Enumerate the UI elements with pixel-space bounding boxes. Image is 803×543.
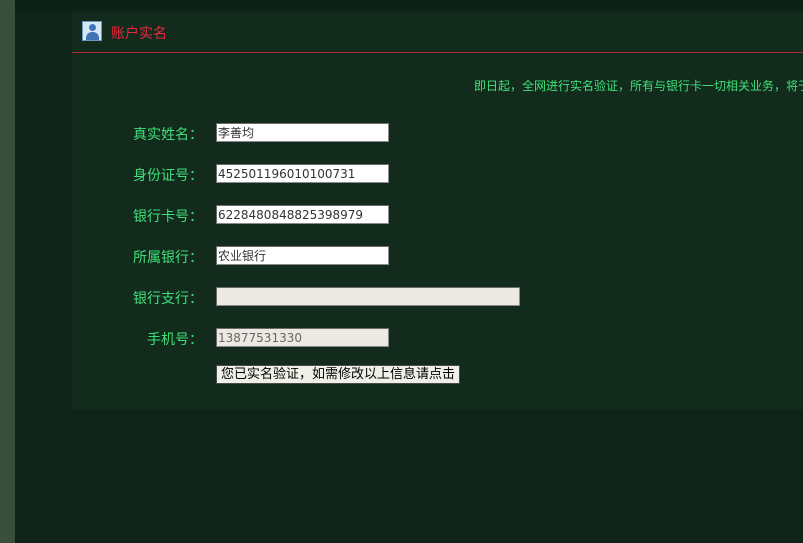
branch-input[interactable] bbox=[216, 287, 520, 306]
form-row-phone: 手机号： bbox=[72, 328, 803, 348]
user-icon-body bbox=[86, 32, 99, 40]
real-name-input[interactable] bbox=[216, 123, 389, 142]
panel-header: 账户实名 bbox=[72, 12, 803, 53]
bank-input[interactable] bbox=[216, 246, 389, 265]
id-number-input[interactable] bbox=[216, 164, 389, 183]
id-number-label: 身份证号： bbox=[133, 168, 203, 184]
form-row-real-name: 真实姓名： bbox=[72, 123, 803, 143]
branch-label: 银行支行： bbox=[133, 291, 203, 307]
panel-title: 账户实名 bbox=[111, 26, 167, 42]
notice-text: 即日起，全网进行实名验证，所有与银行卡一切相关业务，将于 bbox=[474, 79, 803, 93]
real-name-label: 真实姓名： bbox=[133, 127, 203, 143]
user-icon-head bbox=[89, 24, 96, 31]
real-name-panel: 账户实名 即日起，全网进行实名验证，所有与银行卡一切相关业务，将于 真实姓名： … bbox=[72, 12, 803, 410]
modify-info-button[interactable]: 您已实名验证，如需修改以上信息请点击 bbox=[216, 365, 460, 384]
top-band bbox=[15, 0, 803, 10]
card-number-input[interactable] bbox=[216, 205, 389, 224]
phone-label: 手机号： bbox=[147, 332, 203, 348]
card-number-label: 银行卡号： bbox=[133, 209, 203, 225]
form-row-bank: 所属银行： bbox=[72, 246, 803, 266]
left-sidebar-strip bbox=[0, 0, 15, 543]
form-row-id-number: 身份证号： bbox=[72, 164, 803, 184]
phone-input[interactable] bbox=[216, 328, 389, 347]
user-icon bbox=[82, 21, 102, 41]
form-row-card-number: 银行卡号： bbox=[72, 205, 803, 225]
bank-label: 所属银行： bbox=[133, 250, 203, 266]
form-row-branch: 银行支行： bbox=[72, 287, 803, 307]
